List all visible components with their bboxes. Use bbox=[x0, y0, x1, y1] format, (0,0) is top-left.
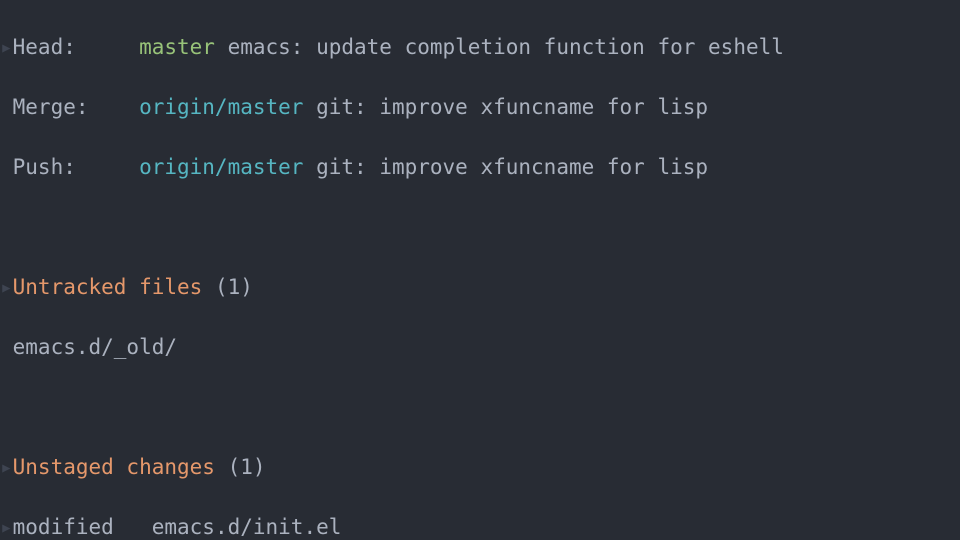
head-msg: emacs: update completion function for es… bbox=[228, 35, 784, 59]
fringe-marker bbox=[0, 92, 13, 122]
push-line[interactable]: Push: origin/master git: improve xfuncna… bbox=[0, 152, 960, 182]
magit-status-buffer[interactable]: ▸Head: master emacs: update completion f… bbox=[0, 0, 960, 540]
fringe-marker bbox=[0, 332, 13, 362]
push-label: Push: bbox=[13, 155, 76, 179]
fringe-marker bbox=[0, 152, 13, 182]
unstaged-count: (1) bbox=[228, 455, 266, 479]
unstaged-section-header[interactable]: ▸Unstaged changes (1) bbox=[0, 452, 960, 482]
untracked-section-header[interactable]: ▸Untracked files (1) bbox=[0, 272, 960, 302]
blank-line bbox=[0, 212, 960, 242]
push-msg: git: improve xfuncname for lisp bbox=[316, 155, 708, 179]
merge-ref[interactable]: origin/master bbox=[139, 95, 303, 119]
file-path: emacs.d/init.el bbox=[152, 515, 342, 539]
fringe-marker: ▸ bbox=[0, 512, 13, 540]
head-line[interactable]: ▸Head: master emacs: update completion f… bbox=[0, 32, 960, 62]
untracked-count: (1) bbox=[215, 275, 253, 299]
blank-line bbox=[0, 392, 960, 422]
fringe-marker: ▸ bbox=[0, 272, 13, 302]
push-ref[interactable]: origin/master bbox=[139, 155, 303, 179]
merge-label: Merge: bbox=[13, 95, 89, 119]
untracked-path: emacs.d/_old/ bbox=[13, 335, 177, 359]
fringe-marker: ▸ bbox=[0, 32, 13, 62]
unstaged-title: Unstaged changes bbox=[13, 455, 215, 479]
merge-line[interactable]: Merge: origin/master git: improve xfuncn… bbox=[0, 92, 960, 122]
unstaged-item[interactable]: ▸modified emacs.d/init.el bbox=[0, 512, 960, 540]
merge-msg: git: improve xfuncname for lisp bbox=[316, 95, 708, 119]
head-label: Head: bbox=[13, 35, 76, 59]
fringe-marker: ▸ bbox=[0, 452, 13, 482]
file-status: modified bbox=[13, 515, 114, 539]
head-ref[interactable]: master bbox=[139, 35, 215, 59]
untracked-item[interactable]: emacs.d/_old/ bbox=[0, 332, 960, 362]
untracked-title: Untracked files bbox=[13, 275, 203, 299]
